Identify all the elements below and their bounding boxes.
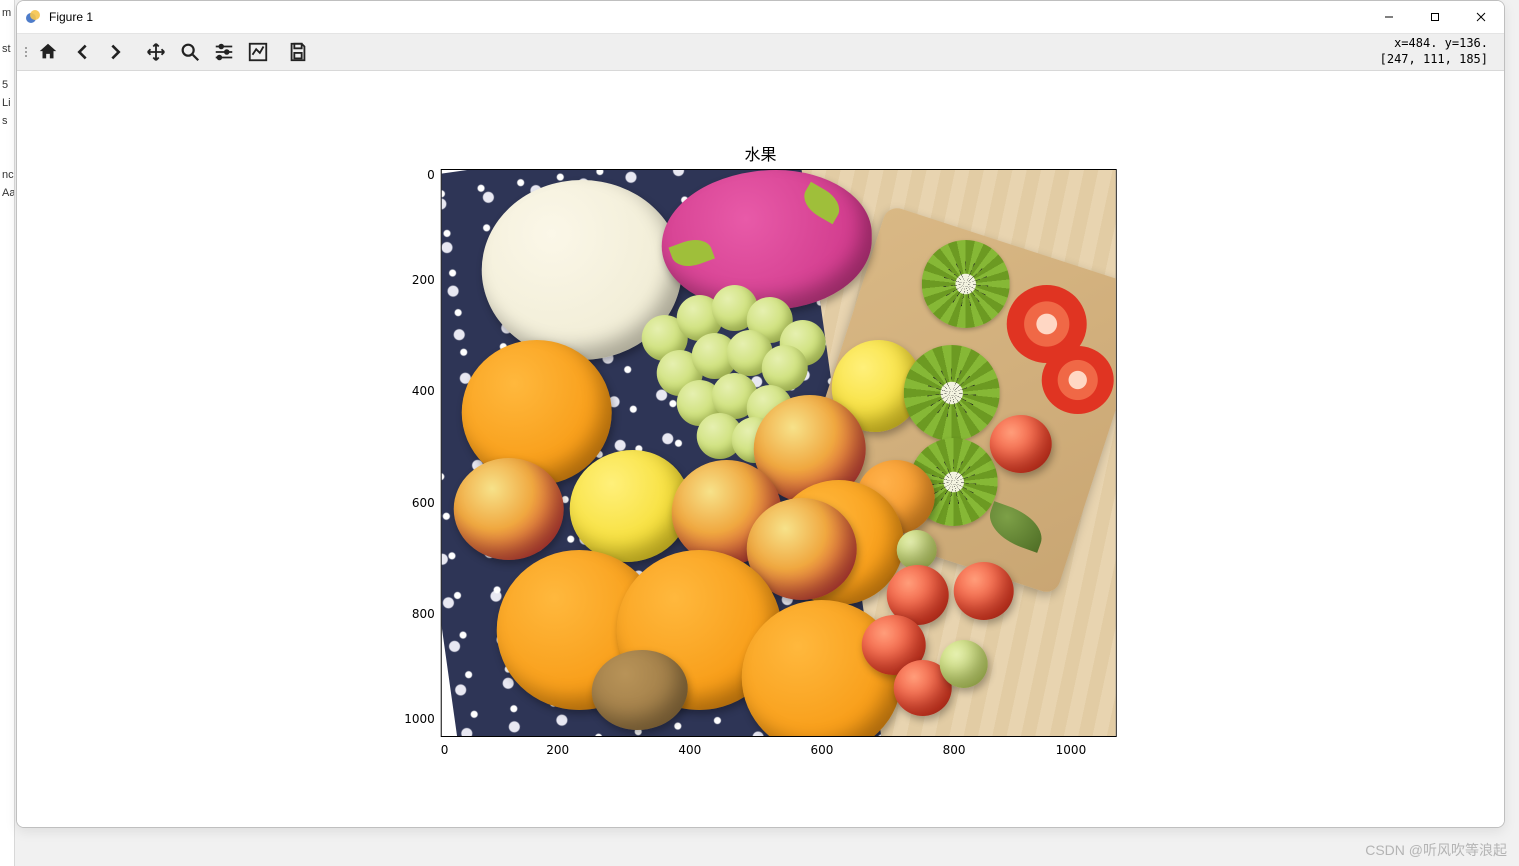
zoom-button[interactable]: [173, 35, 207, 69]
save-button[interactable]: [281, 35, 315, 69]
app-icon: [25, 9, 41, 25]
figure-window: Figure 1: [16, 0, 1505, 828]
close-button[interactable]: [1458, 1, 1504, 33]
plot-image: [441, 169, 1117, 737]
y-axis-ticks: 0 200 400 600 800 1000: [404, 169, 441, 737]
back-button[interactable]: [65, 35, 99, 69]
maximize-button[interactable]: [1412, 1, 1458, 33]
cursor-status: x=484. y=136. [247, 111, 185]: [1380, 36, 1498, 67]
minimize-button[interactable]: [1366, 1, 1412, 33]
figure: 水果 0 200 400 600 800 1000: [404, 141, 1117, 757]
background-window-sliver: m st 5Li s nc Aa: [0, 0, 15, 866]
window-title: Figure 1: [49, 10, 93, 24]
x-axis-ticks: 0 200 400 600 800 1000: [441, 737, 1117, 757]
titlebar: Figure 1: [17, 1, 1504, 33]
watermark: CSDN @听风吹等浪起: [1365, 840, 1507, 860]
toolbar: x=484. y=136. [247, 111, 185]: [17, 33, 1504, 71]
window-controls: [1366, 1, 1504, 33]
forward-button[interactable]: [99, 35, 133, 69]
figure-canvas[interactable]: 水果 0 200 400 600 800 1000: [17, 71, 1504, 827]
edit-axis-button[interactable]: [241, 35, 275, 69]
plot-title: 水果: [404, 141, 1117, 165]
configure-subplots-button[interactable]: [207, 35, 241, 69]
pan-button[interactable]: [139, 35, 173, 69]
home-button[interactable]: [31, 35, 65, 69]
